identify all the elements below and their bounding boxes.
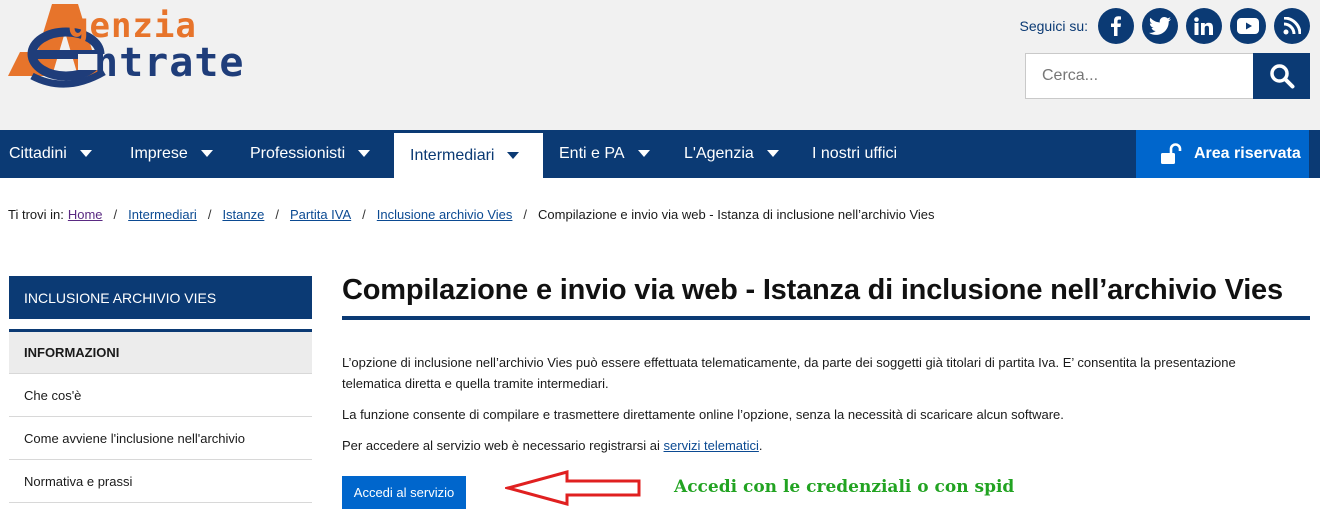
nav-item-label: Imprese xyxy=(130,145,188,162)
unlock-icon xyxy=(1161,143,1182,164)
red-arrow-annotation-icon xyxy=(505,470,641,506)
sidebar-item-informazioni[interactable]: INFORMAZIONI xyxy=(9,332,312,374)
sidebar-item-che-cose[interactable]: Che cos'è xyxy=(9,374,312,417)
sidebar-item-normativa[interactable]: Normativa e prassi xyxy=(9,460,312,503)
chevron-down-icon xyxy=(358,150,371,157)
nav-item-label: I nostri uffici xyxy=(812,145,898,162)
paragraph-intro-line: telematica diretta e quella tramite inte… xyxy=(342,376,609,391)
facebook-icon[interactable] xyxy=(1098,8,1134,44)
breadcrumb-separator: / xyxy=(113,207,118,222)
search-icon xyxy=(1269,64,1294,89)
breadcrumb-separator: / xyxy=(523,207,528,222)
breadcrumb-separator: / xyxy=(275,207,279,222)
chevron-down-icon xyxy=(766,150,779,157)
nav-item-cittadini[interactable]: Cittadini xyxy=(9,130,92,178)
agenzia-entrate-logo[interactable]: genzia ntrate xyxy=(8,2,278,92)
breadcrumb-current: Compilazione e invio via web - Istanza d… xyxy=(538,207,935,222)
nav-item-agenzia[interactable]: L'Agenzia xyxy=(684,130,779,178)
social-links: Seguici su: xyxy=(1020,8,1310,44)
twitter-icon[interactable] xyxy=(1142,8,1178,44)
servizi-telematici-link[interactable]: servizi telematici xyxy=(664,438,759,453)
social-label: Seguici su: xyxy=(1019,18,1088,34)
paragraph-access: Per accedere al servizio web è necessari… xyxy=(342,435,763,456)
paragraph-intro: L’opzione di inclusione nell’archivio Vi… xyxy=(342,352,1236,394)
nav-item-professionisti[interactable]: Professionisti xyxy=(250,130,371,178)
chevron-down-icon xyxy=(200,150,213,157)
rss-icon[interactable] xyxy=(1274,8,1310,44)
nav-item-label: Enti e PA xyxy=(559,145,625,162)
annotation-text: Accedi con le credenziali o con spid xyxy=(674,477,1015,497)
accedi-al-servizio-button[interactable]: Accedi al servizio xyxy=(342,476,466,509)
nav-item-intermediari[interactable]: Intermediari xyxy=(394,130,543,178)
nav-item-nostri-uffici[interactable]: I nostri uffici xyxy=(812,130,897,178)
main-navigation: Cittadini Imprese Professionisti Interme… xyxy=(0,130,1320,178)
chevron-down-icon xyxy=(507,151,520,159)
area-riservata-label: Area riservata xyxy=(1194,145,1301,162)
nav-item-enti-e-pa[interactable]: Enti e PA xyxy=(559,130,650,178)
page-title: Compilazione e invio via web - Istanza d… xyxy=(342,274,1283,306)
breadcrumb-link-intermediari[interactable]: Intermediari xyxy=(128,207,197,222)
breadcrumb-link-home[interactable]: Home xyxy=(68,207,103,222)
breadcrumb-link-partita-iva[interactable]: Partita IVA xyxy=(290,207,351,222)
sidebar-title[interactable]: INCLUSIONE ARCHIVIO VIES xyxy=(9,276,312,319)
breadcrumb-separator: / xyxy=(362,207,366,222)
youtube-icon[interactable] xyxy=(1230,8,1266,44)
breadcrumb-link-istanze[interactable]: Istanze xyxy=(222,207,264,222)
breadcrumb: Ti trovi in: Home / Intermediari / Istan… xyxy=(8,207,935,222)
area-riservata-button[interactable]: Area riservata xyxy=(1136,130,1309,178)
nav-item-label: Professionisti xyxy=(250,145,346,162)
search-input[interactable] xyxy=(1025,53,1253,99)
breadcrumb-label: Ti trovi in: xyxy=(8,207,64,222)
title-divider xyxy=(342,316,1310,320)
sidebar-item-come-avviene[interactable]: Come avviene l'inclusione nell'archivio xyxy=(9,417,312,460)
search-box xyxy=(1025,53,1310,99)
paragraph-access-text: Per accedere al servizio web è necessari… xyxy=(342,438,664,453)
sidebar-menu: INFORMAZIONI Che cos'è Come avviene l'in… xyxy=(9,329,312,503)
paragraph-function: La funzione consente di compilare e tras… xyxy=(342,407,1064,422)
site-header: genzia ntrate Seguici su: xyxy=(0,0,1320,130)
breadcrumb-link-inclusione-vies[interactable]: Inclusione archivio Vies xyxy=(377,207,513,222)
chevron-down-icon xyxy=(79,150,92,157)
paragraph-access-end: . xyxy=(758,438,763,453)
paragraph-intro-line: L’opzione di inclusione nell’archivio Vi… xyxy=(342,355,1236,370)
search-button[interactable] xyxy=(1253,53,1310,99)
breadcrumb-separator: / xyxy=(207,207,212,222)
nav-item-label: Intermediari xyxy=(410,146,495,164)
nav-item-label: Cittadini xyxy=(9,145,67,162)
logo-text-ntrate: ntrate xyxy=(94,40,245,86)
nav-item-label: L'Agenzia xyxy=(684,145,754,162)
nav-item-imprese[interactable]: Imprese xyxy=(130,130,213,178)
chevron-down-icon xyxy=(637,150,650,157)
linkedin-icon[interactable] xyxy=(1186,8,1222,44)
